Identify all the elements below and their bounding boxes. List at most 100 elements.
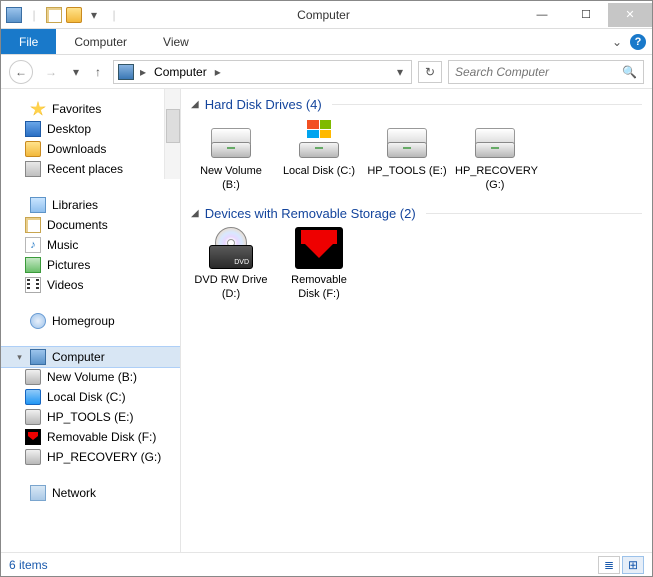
- help-icon[interactable]: ?: [630, 34, 646, 50]
- sidebar-item-desktop[interactable]: Desktop: [1, 119, 180, 139]
- status-text: 6 items: [9, 558, 48, 572]
- collapse-icon[interactable]: [15, 105, 24, 114]
- sidebar-item-recent-places[interactable]: Recent places: [1, 159, 180, 179]
- sidebar-item-removable-disk-f[interactable]: Removable Disk (F:): [1, 427, 180, 447]
- drive-item[interactable]: HP_RECOVERY (G:): [455, 118, 535, 192]
- sidebar-item-videos[interactable]: Videos: [1, 275, 180, 295]
- tab-view[interactable]: View: [145, 29, 207, 54]
- libraries-icon: [30, 197, 46, 213]
- sidebar-item-hp-recovery-g[interactable]: HP_RECOVERY (G:): [1, 447, 180, 467]
- address-bar[interactable]: ▸ Computer ▸ ▾: [113, 60, 412, 84]
- history-dropdown-icon[interactable]: ▾: [69, 65, 83, 79]
- qat-more-separator: |: [105, 6, 123, 24]
- drive-icon: [25, 389, 41, 405]
- sidebar-item-music[interactable]: Music: [1, 235, 180, 255]
- sidebar-item-label: New Volume (B:): [47, 370, 137, 384]
- back-button[interactable]: ←: [9, 60, 33, 84]
- forward-button[interactable]: →: [39, 60, 63, 84]
- drive-item[interactable]: DVD RW Drive (D:): [191, 227, 271, 301]
- maximize-button[interactable]: ☐: [564, 3, 608, 27]
- item-grid: New Volume (B:) Local Disk (C:) HP_TOOLS (…: [191, 118, 642, 192]
- category-header[interactable]: ◢ Devices with Removable Storage (2): [191, 206, 642, 221]
- search-input[interactable]: [455, 65, 618, 79]
- sidebar-scrollbar[interactable]: [164, 89, 180, 179]
- collapse-icon[interactable]: [15, 489, 24, 498]
- breadcrumb-chevron-icon[interactable]: ▸: [213, 65, 223, 79]
- recent-icon: [25, 161, 41, 177]
- collapse-icon[interactable]: ◢: [191, 208, 199, 219]
- collapse-icon[interactable]: [15, 201, 24, 210]
- details-view-button[interactable]: ≣: [598, 556, 620, 574]
- view-switch: ≣ ⊞: [598, 556, 644, 574]
- network-label: Network: [52, 486, 96, 500]
- address-history-icon[interactable]: ▾: [393, 65, 407, 79]
- sidebar-item-pictures[interactable]: Pictures: [1, 255, 180, 275]
- navigation-pane: Favorites Desktop Downloads Recent place…: [1, 89, 181, 552]
- qat-computer-icon[interactable]: [5, 6, 23, 24]
- status-bar: 6 items ≣ ⊞: [1, 552, 652, 576]
- music-icon: [25, 237, 41, 253]
- drive-label: DVD RW Drive (D:): [191, 273, 271, 301]
- drive-label: HP_RECOVERY (G:): [455, 164, 535, 192]
- libraries-label: Libraries: [52, 198, 98, 212]
- breadcrumb-root-chevron-icon[interactable]: ▸: [138, 65, 148, 79]
- qat-properties-icon[interactable]: [45, 6, 63, 24]
- refresh-button[interactable]: ↻: [418, 61, 442, 83]
- sidebar-item-label: Videos: [47, 278, 83, 292]
- drive-item[interactable]: Removable Disk (F:): [279, 227, 359, 301]
- sidebar-item-new-volume-b[interactable]: New Volume (B:): [1, 367, 180, 387]
- drive-label: New Volume (B:): [191, 164, 271, 192]
- folder-icon: [25, 141, 41, 157]
- drive-item[interactable]: HP_TOOLS (E:): [367, 118, 447, 192]
- homegroup-icon: [30, 313, 46, 329]
- drive-item[interactable]: New Volume (B:): [191, 118, 271, 192]
- category-rule: [426, 213, 642, 214]
- category-header[interactable]: ◢ Hard Disk Drives (4): [191, 97, 642, 112]
- breadcrumb-computer[interactable]: Computer: [152, 65, 209, 79]
- sidebar-item-label: Desktop: [47, 122, 91, 136]
- drive-item[interactable]: Local Disk (C:): [279, 118, 359, 192]
- drive-icon: [25, 369, 41, 385]
- qat-dropdown-icon[interactable]: ▾: [85, 6, 103, 24]
- category-label: Devices with Removable Storage (2): [205, 206, 416, 221]
- sidebar-item-label: HP_TOOLS (E:): [47, 410, 133, 424]
- removable-icon: [25, 429, 41, 445]
- icons-view-button[interactable]: ⊞: [622, 556, 644, 574]
- sidebar-item-downloads[interactable]: Downloads: [1, 139, 180, 159]
- ribbon-tabs: File Computer View ⌄ ?: [1, 29, 652, 55]
- navigation-bar: ← → ▾ ↑ ▸ Computer ▸ ▾ ↻ 🔍: [1, 55, 652, 89]
- collapse-icon[interactable]: ▾: [15, 353, 24, 362]
- sidebar-favorites: Favorites Desktop Downloads Recent place…: [1, 99, 180, 179]
- sidebar-network-header[interactable]: Network: [1, 483, 180, 503]
- window-controls: — ☐ ✕: [520, 3, 652, 27]
- tab-computer[interactable]: Computer: [56, 29, 145, 54]
- star-icon: [30, 101, 46, 117]
- category: ◢ Devices with Removable Storage (2) DVD R…: [191, 206, 642, 301]
- sidebar-libraries-header[interactable]: Libraries: [1, 195, 180, 215]
- sidebar-item-local-disk-c[interactable]: Local Disk (C:): [1, 387, 180, 407]
- close-button[interactable]: ✕: [608, 3, 652, 27]
- drive-label: HP_TOOLS (E:): [367, 164, 447, 178]
- scrollbar-thumb[interactable]: [166, 109, 180, 143]
- minimize-button[interactable]: —: [520, 3, 564, 27]
- documents-icon: [25, 217, 41, 233]
- content-pane: ◢ Hard Disk Drives (4) New Volume (B:) Loca…: [181, 89, 652, 552]
- sidebar-homegroup-header[interactable]: Homegroup: [1, 311, 180, 331]
- tab-file[interactable]: File: [1, 29, 56, 54]
- search-box[interactable]: 🔍: [448, 60, 644, 84]
- up-button[interactable]: ↑: [89, 63, 107, 81]
- sidebar-item-hp-tools-e[interactable]: HP_TOOLS (E:): [1, 407, 180, 427]
- ribbon-expand-icon[interactable]: ⌄: [612, 35, 622, 49]
- collapse-icon[interactable]: [15, 317, 24, 326]
- favorites-label: Favorites: [52, 102, 101, 116]
- dvd-icon: [207, 227, 255, 269]
- qat-new-folder-icon[interactable]: [65, 6, 83, 24]
- collapse-icon[interactable]: ◢: [191, 99, 199, 110]
- sidebar-favorites-header[interactable]: Favorites: [1, 99, 180, 119]
- category-label: Hard Disk Drives (4): [205, 97, 322, 112]
- sidebar-item-label: Local Disk (C:): [47, 390, 126, 404]
- sidebar-item-documents[interactable]: Documents: [1, 215, 180, 235]
- sidebar-computer-header[interactable]: ▾ Computer: [1, 347, 180, 367]
- computer-icon: [30, 349, 46, 365]
- pictures-icon: [25, 257, 41, 273]
